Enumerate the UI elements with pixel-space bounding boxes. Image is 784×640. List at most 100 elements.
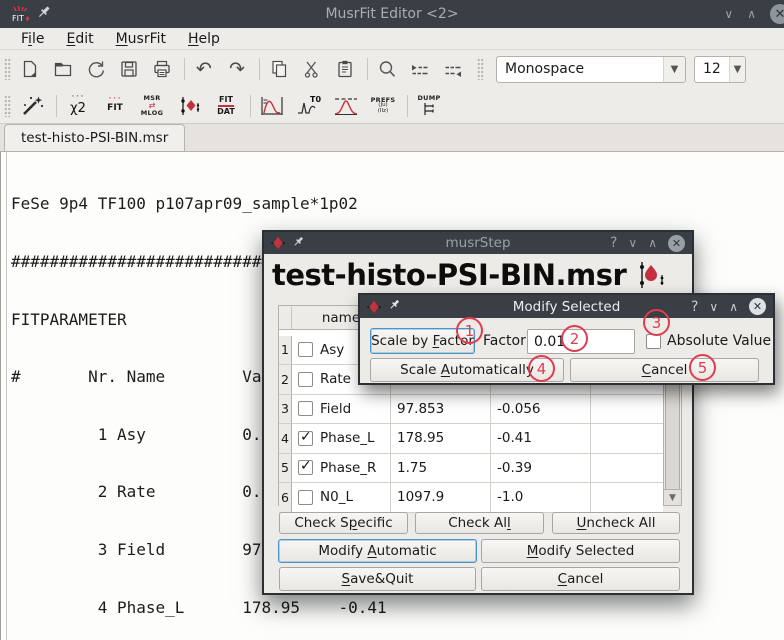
- absolute-value-checkbox[interactable]: [646, 334, 661, 349]
- checkbox[interactable]: [298, 401, 313, 416]
- cancel-button[interactable]: Cancel: [481, 567, 680, 591]
- svg-text:T0: T0: [310, 95, 321, 104]
- toolbar-musrfit: ˟˟˟ χ2 ˟˟˟ FIT MSR ⇄ MLOG FIT DAT: [0, 88, 784, 124]
- toolbar-separator: [259, 58, 260, 80]
- toolbar-drag-handle[interactable]: [477, 58, 484, 80]
- param-value-cell[interactable]: 1097.9: [391, 483, 491, 513]
- minimize-icon[interactable]: ∨: [709, 301, 718, 313]
- param-name-cell[interactable]: N0_L: [292, 483, 391, 513]
- menu-edit[interactable]: Edit: [55, 30, 104, 48]
- close-icon[interactable]: ✕: [668, 235, 685, 252]
- save-quit-button[interactable]: Save&Quit: [279, 567, 476, 591]
- column-header: [279, 306, 292, 330]
- pin-icon[interactable]: [388, 298, 401, 315]
- param-extra-cell[interactable]: [591, 483, 663, 513]
- maximize-icon[interactable]: ∧: [729, 301, 738, 313]
- musrt0-button[interactable]: T0: [294, 91, 324, 121]
- fourier-button[interactable]: [331, 91, 361, 121]
- factor-label: Factor: [483, 333, 526, 349]
- annotation-circle-4: 4: [528, 355, 555, 382]
- help-icon[interactable]: ?: [691, 300, 698, 314]
- param-extra-cell[interactable]: [591, 454, 663, 484]
- editor-line: 4 Phase_L 178.95 -0.41: [11, 598, 784, 617]
- dump-button[interactable]: DUMP: [414, 91, 444, 121]
- close-icon[interactable]: ✕: [770, 4, 784, 24]
- checkbox[interactable]: [298, 372, 313, 387]
- print-button[interactable]: [149, 56, 175, 82]
- param-extra-cell[interactable]: [591, 424, 663, 454]
- absolute-value-label: Absolute Value: [667, 333, 771, 349]
- pin-icon[interactable]: [36, 4, 52, 24]
- font-size-combobox[interactable]: 12 ▼: [694, 56, 746, 83]
- param-value-cell[interactable]: 1.75: [391, 454, 491, 484]
- open-file-button[interactable]: [50, 56, 76, 82]
- check-all-button[interactable]: Check All: [415, 512, 544, 534]
- param-extra-cell[interactable]: [591, 395, 663, 425]
- minimize-icon[interactable]: ∨: [628, 237, 637, 249]
- checkbox-checked-icon[interactable]: [298, 431, 313, 446]
- menu-file[interactable]: File: [10, 30, 55, 48]
- app-logo-icon: FIT: [8, 1, 34, 27]
- paste-button[interactable]: [332, 56, 358, 82]
- check-specific-button[interactable]: Check Specific: [279, 512, 408, 534]
- musrstep-button[interactable]: [174, 91, 204, 121]
- svg-text:FIT: FIT: [12, 14, 24, 23]
- modify-automatic-button[interactable]: Modify Automatic: [278, 539, 477, 563]
- menubar: File Edit MusrFit Help: [0, 28, 784, 50]
- cut-button[interactable]: [299, 56, 325, 82]
- musrview-plot-button[interactable]: [257, 91, 287, 121]
- undo-button[interactable]: ↶: [191, 56, 217, 82]
- copy-button[interactable]: [266, 56, 292, 82]
- param-name-cell[interactable]: Phase_R: [292, 454, 391, 484]
- maximize-icon[interactable]: ∧: [747, 8, 756, 20]
- tab-msr-file[interactable]: test-histo-PSI-BIN.msr: [4, 124, 185, 151]
- prefs-button[interactable]: PREFS (Ju) (IIz): [368, 91, 398, 121]
- find-next-button[interactable]: [407, 56, 433, 82]
- param-step-cell[interactable]: -0.056: [491, 395, 591, 425]
- param-step-cell[interactable]: -0.41: [491, 424, 591, 454]
- toolbar-main: ↶ ↷ Monospace ▼ 12 ▼: [0, 50, 784, 88]
- chevron-down-icon[interactable]: ▼: [663, 57, 685, 82]
- cancel-button[interactable]: Cancel: [570, 358, 759, 382]
- toolbar-drag-handle[interactable]: [4, 95, 11, 117]
- save-button[interactable]: [116, 56, 142, 82]
- find-previous-button[interactable]: [440, 56, 466, 82]
- editor-line: FeSe 9p4 TF100 p107apr09_sample*1p02: [11, 194, 784, 213]
- uncheck-all-button[interactable]: Uncheck All: [552, 512, 680, 534]
- musrstep-logo-icon: [632, 259, 666, 291]
- annotation-circle-2: 2: [561, 325, 588, 352]
- pin-icon[interactable]: [292, 235, 305, 252]
- search-button[interactable]: [374, 56, 400, 82]
- toolbar-drag-handle[interactable]: [4, 58, 11, 80]
- param-value-cell[interactable]: 97.853: [391, 395, 491, 425]
- checkbox-checked-icon[interactable]: [298, 460, 313, 475]
- modify-selected-button[interactable]: Modify Selected: [481, 539, 680, 563]
- new-file-button[interactable]: [17, 56, 43, 82]
- font-family-combobox[interactable]: Monospace ▼: [496, 56, 686, 83]
- calc-chisq-button[interactable]: ˟˟˟ χ2: [63, 91, 93, 121]
- maximize-icon[interactable]: ∧: [648, 237, 657, 249]
- checkbox[interactable]: [298, 490, 313, 505]
- msr2dat-button[interactable]: FIT DAT: [211, 91, 241, 121]
- tabbar: test-histo-PSI-BIN.msr: [0, 124, 784, 152]
- musrstep-app-icon: [271, 236, 285, 250]
- checkbox[interactable]: [298, 342, 313, 357]
- param-name-cell[interactable]: Field: [292, 395, 391, 425]
- scrollbar-down-arrow[interactable]: ▼: [664, 489, 681, 505]
- msr-fit-button[interactable]: ˟˟˟ FIT: [100, 91, 130, 121]
- msr-wizard-button[interactable]: [17, 91, 47, 121]
- close-icon[interactable]: ✕: [749, 298, 766, 315]
- param-step-cell[interactable]: -0.39: [491, 454, 591, 484]
- param-name-cell[interactable]: Phase_L: [292, 424, 391, 454]
- menu-help[interactable]: Help: [177, 30, 231, 48]
- param-step-cell[interactable]: -1.0: [491, 483, 591, 513]
- param-value-cell[interactable]: 178.95: [391, 424, 491, 454]
- help-icon[interactable]: ?: [610, 236, 617, 250]
- menu-musrfit[interactable]: MusrFit: [105, 30, 177, 48]
- reload-button[interactable]: [83, 56, 109, 82]
- chevron-down-icon[interactable]: ▼: [729, 57, 745, 82]
- redo-button[interactable]: ↷: [224, 56, 250, 82]
- msr2mlog-button[interactable]: MSR ⇄ MLOG: [137, 91, 167, 121]
- minimize-icon[interactable]: ∨: [724, 8, 733, 20]
- musrstep-heading: test-histo-PSI-BIN.msr: [272, 258, 666, 292]
